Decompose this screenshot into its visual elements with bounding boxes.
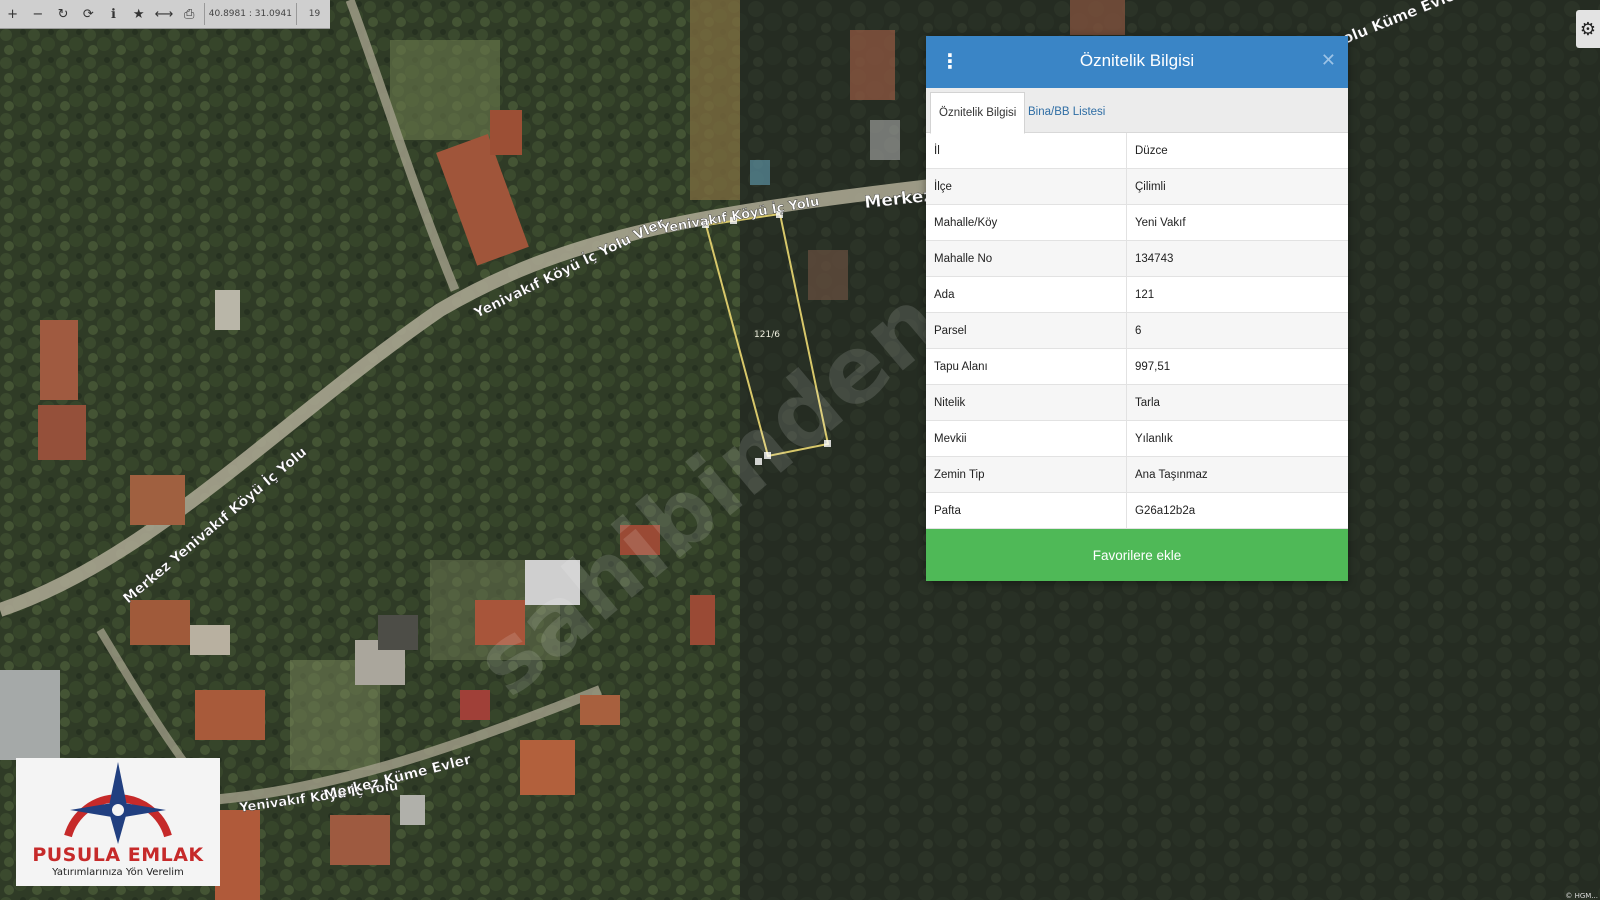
tab-building-list[interactable]: Bina/BB Listesi: [1020, 92, 1113, 132]
zoom-out-button[interactable]: −: [25, 0, 50, 28]
attribute-key: Pafta: [926, 492, 1127, 529]
measure-button[interactable]: ⟷: [151, 0, 176, 28]
attribute-key: Tapu Alanı: [926, 348, 1127, 385]
attribute-value: 134743: [1126, 240, 1348, 277]
attribute-key: Zemin Tip: [926, 456, 1127, 493]
map-toolbar: + − ↻ ⟳ ℹ ★ ⟷ ⎙ 40.8981 : 31.0941 19: [0, 0, 330, 29]
attribute-key: İl: [926, 133, 1127, 169]
attribute-key: İlçe: [926, 168, 1127, 205]
print-button[interactable]: ⎙: [177, 0, 202, 28]
attribute-key: Parsel: [926, 312, 1127, 349]
attribute-value: Tarla: [1126, 384, 1348, 421]
favorite-button[interactable]: ★: [126, 0, 151, 28]
table-row: Ada 121: [926, 276, 1348, 313]
attribute-value: Yeni Vakıf: [1126, 204, 1348, 241]
info-button[interactable]: ℹ: [101, 0, 126, 28]
attribute-value: 997,51: [1126, 348, 1348, 385]
rotate-button[interactable]: ⟳: [76, 0, 101, 28]
attribute-key: Mahalle No: [926, 240, 1127, 277]
table-row: Zemin Tip Ana Taşınmaz: [926, 456, 1348, 493]
panel-tabs: Öznitelik Bilgisi Bina/BB Listesi: [926, 88, 1348, 134]
table-row: İlçe Çilimli: [926, 168, 1348, 205]
attribute-value: Ana Taşınmaz: [1126, 456, 1348, 493]
table-row: İl Düzce: [926, 133, 1348, 169]
attribute-value: Düzce: [1126, 133, 1348, 169]
field-strip: [690, 0, 740, 200]
arrows-horizontal-icon: ⟷: [154, 6, 174, 22]
logo-name: PUSULA EMLAK: [32, 844, 204, 866]
compass-star-icon: [64, 762, 172, 844]
print-icon: ⎙: [183, 6, 195, 22]
attribute-key: Mahalle/Köy: [926, 204, 1127, 241]
table-row: Tapu Alanı 997,51: [926, 348, 1348, 385]
zoom-level-readout: 19: [308, 9, 321, 19]
minus-icon: −: [32, 6, 44, 22]
attribute-key: Nitelik: [926, 384, 1127, 421]
close-icon[interactable]: ✕: [1321, 50, 1336, 71]
attribute-value: 6: [1126, 312, 1348, 349]
table-row: Pafta G26a12b2a: [926, 492, 1348, 529]
tab-attribute-info[interactable]: Öznitelik Bilgisi: [930, 92, 1026, 134]
table-row: Mahalle/Köy Yeni Vakıf: [926, 204, 1348, 241]
toolbar-divider: [296, 3, 297, 25]
map-attribution: © HGM...: [1565, 892, 1598, 900]
panel-header: ⋮ Öznitelik Bilgisi ✕: [926, 36, 1348, 88]
logo-slogan: Yatırımlarınıza Yön Verelim: [52, 867, 184, 878]
attribute-key: Ada: [926, 276, 1127, 313]
attribute-value: G26a12b2a: [1126, 492, 1348, 529]
table-row: Parsel 6: [926, 312, 1348, 349]
table-row: Mevkii Yılanlık: [926, 420, 1348, 457]
info-icon: ℹ: [111, 6, 116, 22]
rotate-icon: ⟳: [82, 6, 94, 22]
attribute-info-panel: ⋮ Öznitelik Bilgisi ✕ Öznitelik Bilgisi …: [926, 36, 1348, 581]
table-row: Mahalle No 134743: [926, 240, 1348, 277]
toolbar-divider: [203, 3, 205, 25]
refresh-button[interactable]: ↻: [50, 0, 75, 28]
zoom-in-button[interactable]: +: [0, 0, 25, 28]
add-to-favorites-button[interactable]: Favorilere ekle: [926, 529, 1348, 581]
settings-button[interactable]: ⚙: [1576, 10, 1600, 48]
refresh-icon: ↻: [57, 6, 69, 22]
attribute-table: İl Düzce İlçe Çilimli Mahalle/Köy Yeni Vakı…: [926, 133, 1348, 529]
plus-icon: +: [7, 6, 19, 22]
table-row: Nitelik Tarla: [926, 384, 1348, 421]
attribute-value: Çilimli: [1126, 168, 1348, 205]
parcel-label: 121/6: [754, 330, 780, 340]
company-logo: PUSULA EMLAK Yatırımlarınıza Yön Verelim: [16, 758, 220, 886]
gear-icon: ⚙: [1579, 18, 1597, 40]
attribute-key: Mevkii: [926, 420, 1127, 457]
star-icon: ★: [132, 6, 145, 22]
attribute-value: 121: [1126, 276, 1348, 313]
attribute-value: Yılanlık: [1126, 420, 1348, 457]
panel-title: Öznitelik Bilgisi: [1079, 51, 1195, 70]
clearing-1: [390, 40, 500, 140]
coordinate-readout: 40.8981 : 31.0941: [208, 9, 292, 19]
satellite-map[interactable]: 121/6 Yenivakıf Köyü İç Yolu Yenivakıf K…: [0, 0, 1600, 900]
